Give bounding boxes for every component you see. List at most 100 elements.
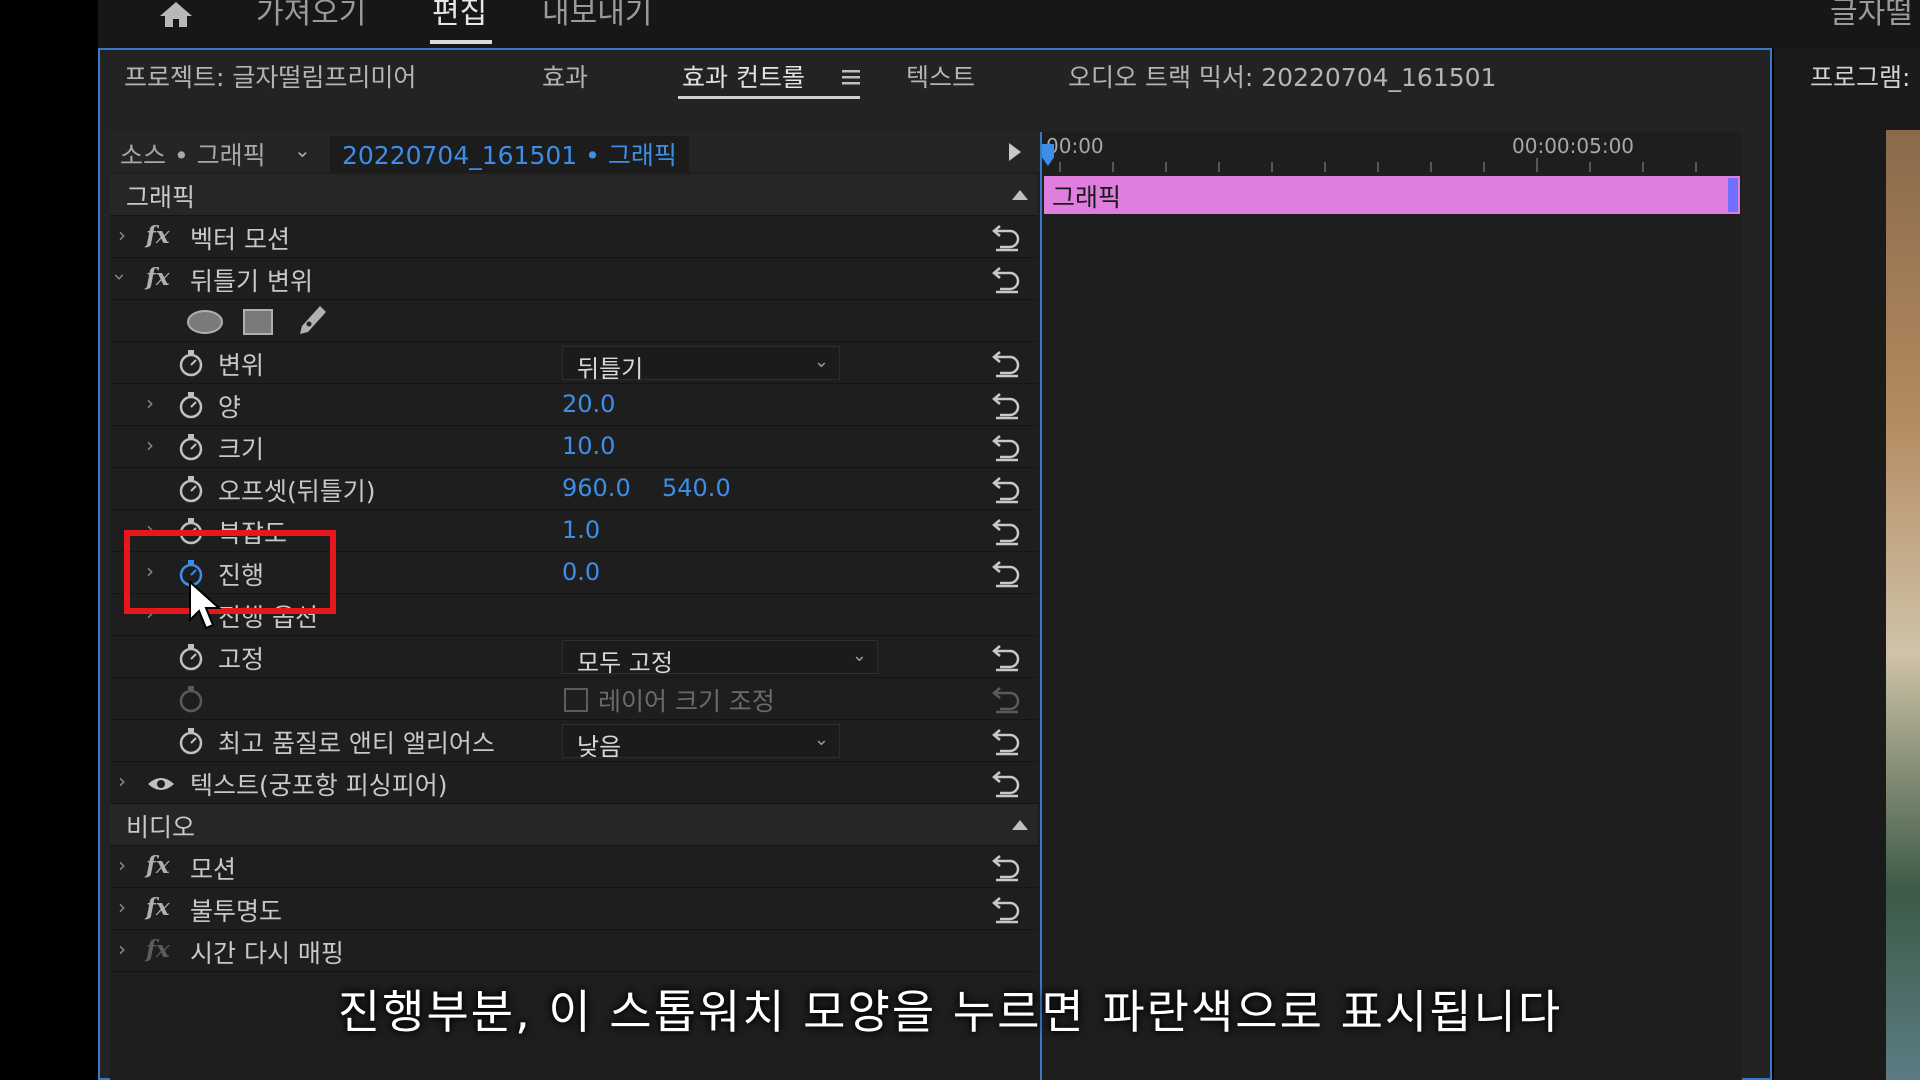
reset-icon[interactable] <box>990 556 1024 588</box>
pen-mask-icon[interactable] <box>296 304 328 338</box>
tab-project[interactable]: 프로젝트: 글자떨림프리미어 <box>124 58 416 94</box>
dropdown-value: 뒤틀기 <box>577 355 644 383</box>
chevron-right-icon[interactable]: › <box>146 433 154 457</box>
fx-badge-icon[interactable]: fx <box>146 852 170 879</box>
property-label: 오프셋(뒤틀기) <box>218 477 376 506</box>
property-label: 양 <box>218 393 242 422</box>
property-row-antialias[interactable]: 최고 품질로 앤티 앨리어스 낮음 ⌄ <box>110 720 1038 762</box>
evolution-value[interactable]: 0.0 <box>562 558 600 586</box>
tab-effect-controls[interactable]: 효과 컨트롤 <box>682 58 805 94</box>
reset-icon <box>992 687 1020 714</box>
reset-icon[interactable] <box>990 850 1024 882</box>
property-row-amount[interactable]: › 양 20.0 <box>110 384 1038 426</box>
chevron-right-icon[interactable]: › <box>118 853 126 877</box>
property-row-displacement[interactable]: 변위 뒤틀기 ⌄ <box>110 342 1038 384</box>
effect-name: 불투명도 <box>190 897 283 926</box>
graphic-clip-bar[interactable]: 그래픽 <box>1044 176 1740 214</box>
mouse-cursor-icon <box>189 580 222 630</box>
property-row-pin[interactable]: 고정 모두 고정 ⌄ <box>110 636 1038 678</box>
effect-row-vector-motion[interactable]: › fx 벡터 모션 <box>110 216 1038 258</box>
offset-y-value[interactable]: 540.0 <box>662 474 731 502</box>
left-margin <box>0 0 98 1080</box>
complexity-value[interactable]: 1.0 <box>562 516 600 544</box>
stopwatch-icon[interactable] <box>178 726 204 756</box>
reset-icon[interactable] <box>990 430 1024 462</box>
fx-badge-icon[interactable]: fx <box>146 264 170 291</box>
stopwatch-icon[interactable] <box>178 348 204 378</box>
tab-effects[interactable]: 효과 <box>542 58 588 94</box>
reset-icon[interactable] <box>990 388 1024 420</box>
play-triangle-icon[interactable] <box>1008 142 1022 162</box>
collapse-up-icon[interactable] <box>1012 188 1028 200</box>
reset-icon[interactable] <box>990 724 1024 756</box>
chevron-right-icon[interactable]: › <box>118 937 126 961</box>
offset-x-value[interactable]: 960.0 <box>562 474 631 502</box>
tab-text[interactable]: 텍스트 <box>906 58 975 94</box>
chevron-down-icon: ⌄ <box>813 729 829 750</box>
dropdown-value: 낮음 <box>577 733 622 761</box>
chevron-down-icon[interactable]: ⌄ <box>294 138 311 162</box>
fx-badge-icon[interactable]: fx <box>146 894 170 921</box>
reset-icon[interactable] <box>990 892 1024 924</box>
program-monitor-title[interactable]: 프로그램: <box>1810 58 1910 94</box>
stopwatch-icon[interactable] <box>178 432 204 462</box>
eye-icon[interactable] <box>146 774 176 794</box>
rectangle-mask-icon[interactable] <box>242 308 274 336</box>
fx-badge-icon[interactable]: fx <box>146 222 170 249</box>
reset-icon[interactable] <box>990 766 1024 798</box>
effect-row-opacity[interactable]: › fx 불투명도 <box>110 888 1038 930</box>
workspace-active-indicator <box>430 40 492 44</box>
chevron-right-icon[interactable]: › <box>118 895 126 919</box>
sequence-clip-selector[interactable]: 20220704_161501 • 그래픽 <box>330 136 689 172</box>
hamburger-menu-icon[interactable] <box>842 68 860 86</box>
effect-row-time-remap[interactable]: › fx 시간 다시 매핑 <box>110 930 1038 972</box>
property-row-size[interactable]: › 크기 10.0 <box>110 426 1038 468</box>
effect-row-motion[interactable]: › fx 모션 <box>110 846 1038 888</box>
checkbox-label: 레이어 크기 조정 <box>598 687 775 716</box>
timeline-ruler-ticks <box>1059 158 1697 172</box>
chevron-right-icon[interactable]: › <box>118 769 126 793</box>
chevron-down-icon[interactable]: › <box>108 273 132 281</box>
antialias-dropdown[interactable]: 낮음 ⌄ <box>562 724 840 761</box>
reset-icon[interactable] <box>990 472 1024 504</box>
amount-value[interactable]: 20.0 <box>562 390 615 418</box>
home-icon[interactable] <box>158 0 194 28</box>
effect-timeline[interactable] <box>1040 132 1742 1080</box>
clip-end-handle[interactable] <box>1728 178 1738 212</box>
effect-row-warp-displacement[interactable]: › fx 뒤틀기 변위 <box>108 258 1038 300</box>
pin-dropdown[interactable]: 모두 고정 ⌄ <box>562 640 878 677</box>
resize-layer-checkbox[interactable] <box>564 688 588 712</box>
ellipse-mask-icon[interactable] <box>186 308 224 336</box>
displacement-dropdown[interactable]: 뒤틀기 ⌄ <box>562 346 840 383</box>
effect-row-text-layer[interactable]: › 텍스트(궁포항 피싱피어) <box>110 762 1038 804</box>
workspace-tab-import[interactable]: 가져오기 <box>256 0 366 29</box>
active-tab-indicator <box>678 96 860 99</box>
reset-icon[interactable] <box>990 220 1024 252</box>
tab-audio-track-mixer[interactable]: 오디오 트랙 믹서: 20220704_161501 <box>1068 58 1496 94</box>
fx-badge-icon[interactable]: fx <box>146 936 170 963</box>
source-bar: 소스 • 그래픽 ⌄ 20220704_161501 • 그래픽 <box>110 132 1040 172</box>
workspace-tab-export[interactable]: 내보내기 <box>542 0 652 29</box>
size-value[interactable]: 10.0 <box>562 432 615 460</box>
reset-icon[interactable] <box>990 346 1024 378</box>
tutorial-highlight-box <box>124 530 336 614</box>
property-row-resize-layer[interactable]: 레이어 크기 조정 <box>110 678 1038 720</box>
stopwatch-icon[interactable] <box>178 390 204 420</box>
collapse-up-icon[interactable] <box>1012 818 1028 830</box>
property-label: 최고 품질로 앤티 앨리어스 <box>218 729 495 758</box>
reset-icon[interactable] <box>990 640 1024 672</box>
reset-icon[interactable] <box>990 262 1024 294</box>
subtitle-caption: 진행부분, 이 스톱워치 모양을 누르면 파란색으로 표시됩니다 <box>337 985 1563 1039</box>
stopwatch-icon[interactable] <box>178 474 204 504</box>
timeline-mark-time: 00:00:05:00 <box>1512 134 1635 158</box>
property-label: 변위 <box>218 351 265 380</box>
reset-icon[interactable] <box>990 514 1024 546</box>
clip-label: 그래픽 <box>1052 183 1122 212</box>
chevron-right-icon[interactable]: › <box>118 223 126 247</box>
program-preview-image <box>1886 130 1920 1080</box>
stopwatch-icon[interactable] <box>178 642 204 672</box>
workspace-tab-edit[interactable]: 편집 <box>432 0 487 29</box>
property-row-offset[interactable]: 오프셋(뒤틀기) 960.0 540.0 <box>110 468 1038 510</box>
chevron-right-icon[interactable]: › <box>146 391 154 415</box>
property-label: 크기 <box>218 435 265 464</box>
